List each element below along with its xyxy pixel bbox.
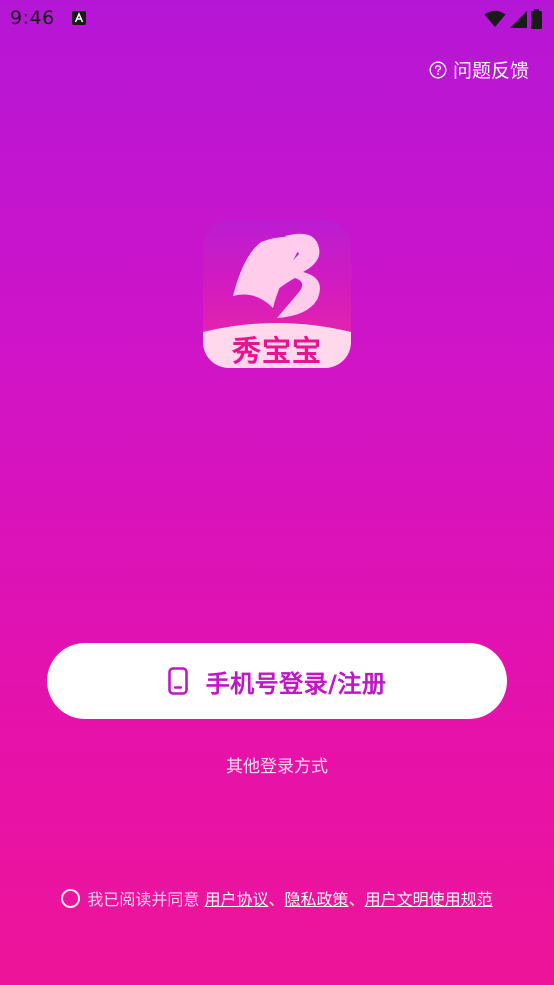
status-time: 9:46 (10, 7, 55, 29)
battery-icon (531, 9, 542, 29)
status-bar: 9:46 (0, 0, 554, 38)
question-circle-icon (429, 61, 447, 78)
civilized-use-link[interactable]: 用户文明使用规范 (365, 886, 493, 910)
signal-icon (510, 10, 527, 28)
logo-text: 秀宝宝 (231, 334, 322, 368)
a-icon (72, 11, 86, 25)
agreement-separator: 、 (348, 890, 365, 909)
wifi-icon (484, 10, 506, 27)
privacy-policy-link[interactable]: 隐私政策 (285, 886, 349, 910)
phone-login-label: 手机号登录/注册 (205, 669, 387, 698)
other-login-link[interactable]: 其他登录方式 (0, 752, 554, 777)
feedback-label: 问题反馈 (452, 60, 529, 82)
phone-login-button[interactable]: 手机号登录/注册 (47, 643, 507, 719)
agree-checkbox[interactable] (61, 888, 81, 908)
phone-icon (167, 667, 188, 695)
agreement-prefix: 我已阅读并同意 (87, 890, 200, 909)
agreement-separator: 、 (268, 890, 285, 909)
status-icons (484, 9, 542, 29)
user-agreement-link[interactable]: 用户协议 (205, 886, 269, 910)
agreement-row: 我已阅读并同意 用户协议 、 隐私政策 、 用户文明使用规范 (0, 886, 554, 910)
app-logo: 秀宝宝 (203, 220, 351, 368)
feedback-button[interactable]: 问题反馈 (429, 56, 529, 83)
